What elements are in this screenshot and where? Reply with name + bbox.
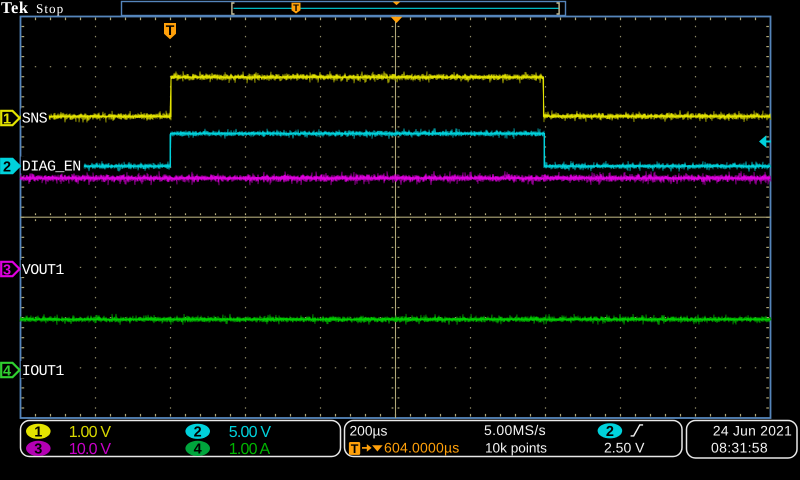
svg-text:Tek: Tek [1, 0, 29, 17]
svg-text:Stop: Stop [36, 1, 64, 16]
svg-text:SNS: SNS [22, 111, 48, 128]
svg-text:5.00 V: 5.00 V [229, 424, 272, 441]
svg-text:T: T [166, 22, 175, 38]
svg-text:2: 2 [606, 424, 614, 440]
svg-text:10k points: 10k points [485, 440, 547, 455]
svg-text:4: 4 [194, 442, 202, 458]
svg-text:08:31:58: 08:31:58 [711, 440, 768, 456]
svg-text:24 Jun 2021: 24 Jun 2021 [713, 423, 792, 438]
svg-text:VOUT1: VOUT1 [22, 262, 65, 279]
svg-text:1: 1 [34, 425, 42, 441]
svg-text:604.0000µs: 604.0000µs [384, 439, 459, 455]
svg-text:2.50 V: 2.50 V [604, 439, 645, 455]
svg-text:IOUT1: IOUT1 [22, 363, 65, 380]
svg-text:T: T [351, 442, 359, 456]
svg-text:DIAG_EN: DIAG_EN [22, 159, 81, 176]
svg-text:10.0 V: 10.0 V [69, 441, 112, 458]
svg-text:3: 3 [3, 262, 11, 278]
svg-text:4: 4 [3, 363, 11, 379]
svg-text:3: 3 [34, 442, 42, 458]
svg-text:200µs: 200µs [350, 423, 388, 438]
svg-text:5.00MS/s: 5.00MS/s [484, 422, 546, 438]
svg-text:2: 2 [3, 159, 11, 175]
svg-text:2: 2 [194, 425, 202, 441]
svg-text:1.00 V: 1.00 V [69, 424, 112, 441]
svg-text:1.00 A: 1.00 A [229, 441, 271, 458]
svg-text:1: 1 [3, 111, 11, 127]
svg-text:T: T [293, 3, 299, 14]
